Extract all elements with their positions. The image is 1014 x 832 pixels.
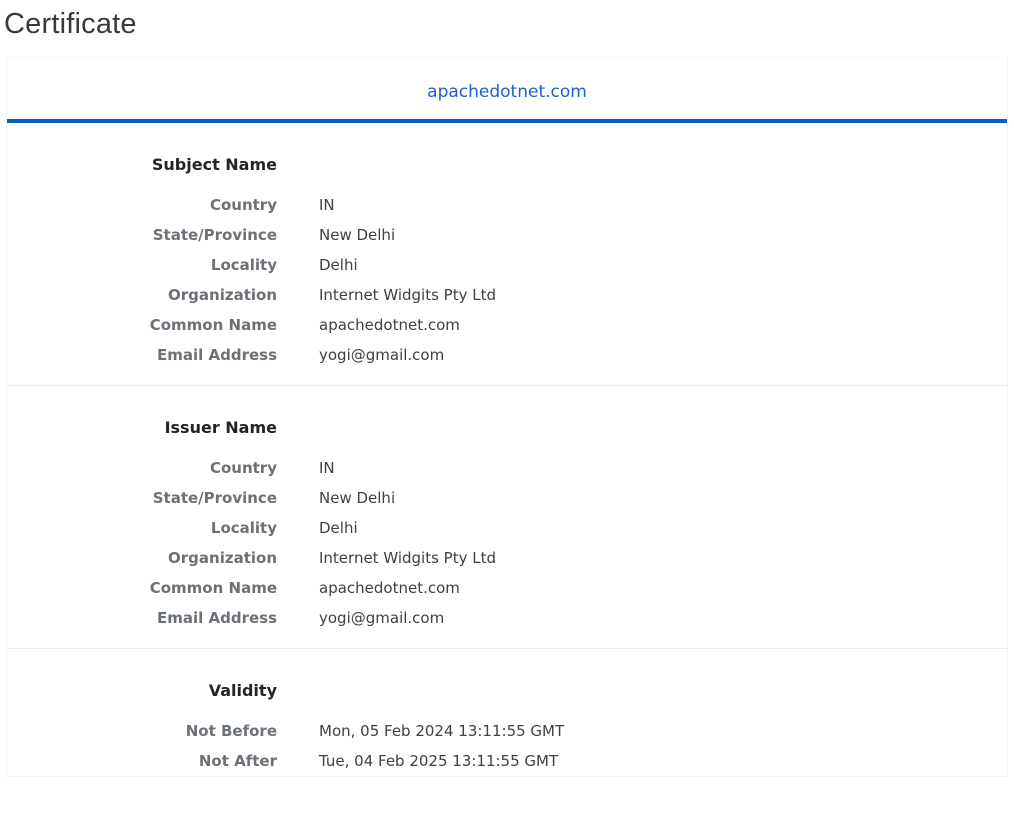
detail-row: State/Province New Delhi [7, 220, 1007, 250]
detail-row: Organization Internet Widgits Pty Ltd [7, 280, 1007, 310]
row-label-state-province: State/Province [152, 226, 277, 244]
certificate-details: Subject Name Country IN State/Province New… [7, 123, 1007, 776]
row-value-locality: Delhi [319, 256, 358, 274]
section-title-subject-name: Subject Name [151, 155, 277, 174]
tab-active-indicator [7, 119, 1007, 123]
detail-row: Locality Delhi [7, 513, 1007, 543]
row-value-state-province: New Delhi [319, 226, 396, 244]
row-value-state-province: New Delhi [319, 489, 396, 507]
detail-row: Common Name apachedotnet.com [7, 573, 1007, 603]
row-value-common-name: apachedotnet.com [319, 316, 460, 334]
row-label-organization: Organization [168, 549, 277, 567]
row-label-not-after: Not After [198, 752, 277, 770]
section-title-issuer-name: Issuer Name [164, 418, 277, 437]
row-label-organization: Organization [168, 286, 277, 304]
row-value-country: IN [319, 196, 335, 214]
section-header: Subject Name [7, 140, 1007, 190]
tab-apachedotnet-com[interactable]: apachedotnet.com [7, 82, 1007, 102]
detail-row: Email Address yogi@gmail.com [7, 340, 1007, 370]
row-label-common-name: Common Name [149, 316, 277, 334]
detail-row: Email Address yogi@gmail.com [7, 603, 1007, 633]
row-label-locality: Locality [210, 256, 277, 274]
row-label-common-name: Common Name [149, 579, 277, 597]
row-value-email-address: yogi@gmail.com [319, 346, 445, 364]
row-label-email-address: Email Address [156, 346, 277, 364]
detail-row: Common Name apachedotnet.com [7, 310, 1007, 340]
row-label-email-address: Email Address [156, 609, 277, 627]
section-title-validity: Validity [208, 681, 277, 700]
row-value-common-name: apachedotnet.com [319, 579, 460, 597]
section-issuer-name: Issuer Name Country IN State/Province New … [7, 385, 1007, 648]
row-label-state-province: State/Province [152, 489, 277, 507]
row-label-country: Country [209, 196, 277, 214]
section-subject-name: Subject Name Country IN State/Province New… [7, 123, 1007, 385]
row-value-organization: Internet Widgits Pty Ltd [319, 286, 497, 304]
certificate-tab-bar: apachedotnet.com [7, 58, 1007, 123]
row-value-organization: Internet Widgits Pty Ltd [319, 549, 497, 567]
row-label-not-before: Not Before [185, 722, 277, 740]
row-value-email-address: yogi@gmail.com [319, 609, 445, 627]
detail-row: Country IN [7, 453, 1007, 483]
section-validity: Validity Not Before Mon, 05 Feb 2024 13:1… [7, 648, 1007, 776]
detail-row: Not After Tue, 04 Feb 2025 13:11:55 GMT [7, 746, 1007, 776]
row-label-country: Country [209, 459, 277, 477]
detail-row: Not Before Mon, 05 Feb 2024 13:11:55 GMT [7, 716, 1007, 746]
detail-row: Organization Internet Widgits Pty Ltd [7, 543, 1007, 573]
detail-row: Locality Delhi [7, 250, 1007, 280]
section-header: Issuer Name [7, 403, 1007, 453]
detail-row: Country IN [7, 190, 1007, 220]
row-value-country: IN [319, 459, 335, 477]
row-value-locality: Delhi [319, 519, 358, 537]
detail-row: State/Province New Delhi [7, 483, 1007, 513]
section-header: Validity [7, 666, 1007, 716]
row-label-locality: Locality [210, 519, 277, 537]
row-value-not-after: Tue, 04 Feb 2025 13:11:55 GMT [319, 752, 559, 770]
certificate-panel: apachedotnet.com Subject Name Country IN … [6, 57, 1008, 777]
row-value-not-before: Mon, 05 Feb 2024 13:11:55 GMT [319, 722, 565, 740]
page-title: Certificate [4, 8, 137, 40]
